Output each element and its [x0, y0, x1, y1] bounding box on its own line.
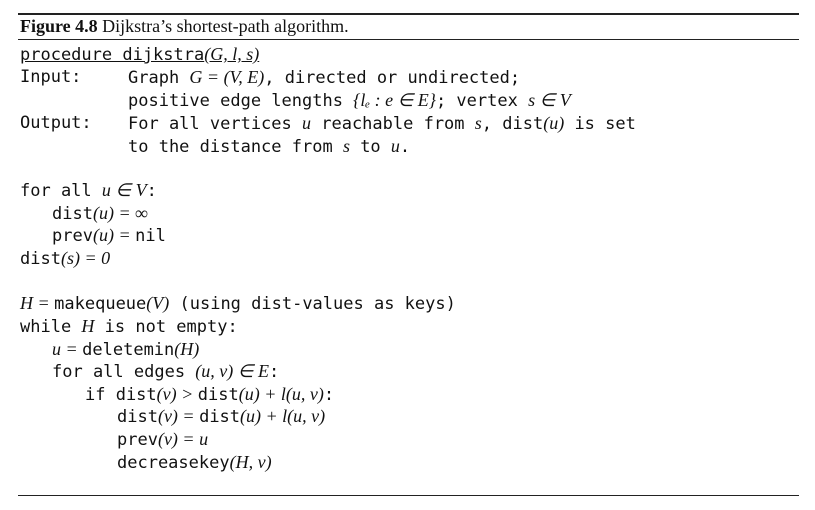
caption-rule	[18, 39, 799, 40]
forall-colon: :	[146, 181, 157, 201]
input-text-a: Graph	[128, 68, 190, 88]
if-math-left: (v) >	[156, 384, 198, 404]
output-text-c: , dist	[481, 114, 544, 134]
foredges-math: (u, v) ∈ E	[195, 361, 269, 381]
figure-label: Figure 4.8	[20, 16, 98, 36]
deletemin-line: u = deletemin(H)	[52, 338, 199, 360]
dist-keyword: dist	[52, 204, 93, 224]
u-assign: u =	[52, 339, 83, 359]
makequeue-fn: makequeue	[54, 294, 147, 314]
input-graph-math: G = (V, E)	[189, 67, 265, 87]
figure-title: Dijkstra’s shortest-path algorithm.	[102, 16, 349, 36]
input-line-2: positive edge lengths {lₑ : e ∈ E}; vert…	[128, 89, 571, 111]
procedure-keyword: procedure dijkstra	[20, 45, 205, 65]
update-dist-line: dist(v) = dist(u) + l(u, v)	[117, 405, 325, 427]
update-dist-keyword-2: dist	[199, 407, 241, 427]
if-colon: :	[323, 385, 335, 405]
prev-keyword: prev	[52, 226, 93, 246]
procedure-args: (G, l, s)	[204, 44, 260, 64]
makequeue-comment: (using dist-values as keys)	[169, 294, 456, 314]
foredges-keyword: for all edges	[52, 362, 196, 382]
input-line-1: Graph G = (V, E), directed or undirected…	[128, 66, 520, 88]
decreasekey-line: decreasekey(H, v)	[117, 451, 272, 473]
deletemin-fn: deletemin	[82, 340, 175, 360]
top-rule	[18, 13, 799, 15]
foredges-line: for all edges (u, v) ∈ E:	[52, 360, 279, 382]
figure-caption: Figure 4.8 Dijkstra’s shortest-path algo…	[20, 16, 349, 37]
output-u2: u	[390, 136, 400, 156]
input-vertex-math: s ∈ V	[528, 90, 571, 110]
bottom-rule	[18, 495, 799, 496]
while-line: while H is not empty:	[20, 315, 238, 337]
deletemin-arg: (H)	[174, 339, 200, 359]
update-prev-line: prev(v) = u	[117, 428, 208, 450]
output-text-e: to the distance from	[128, 137, 343, 157]
output-line-1: For all vertices u reachable from s, dis…	[128, 112, 636, 134]
forall-keyword: for all	[20, 181, 102, 201]
while-h: H	[81, 316, 95, 336]
update-prev-keyword: prev	[117, 430, 158, 450]
update-dist-right: (u) + l(u, v)	[240, 406, 326, 426]
output-line-2: to the distance from s to u.	[128, 135, 410, 157]
input-text-c: positive edge lengths	[128, 91, 354, 111]
output-s: s	[474, 113, 482, 133]
input-lengths-math: {lₑ : e ∈ E}	[353, 90, 436, 110]
prev-nil: nil	[135, 226, 166, 246]
decreasekey-arg: (H, v)	[229, 452, 272, 472]
update-prev-math: (v) = u	[157, 429, 209, 449]
output-text-a: For all vertices	[128, 114, 302, 134]
while-keyword: while	[20, 317, 82, 337]
output-u: u	[302, 113, 311, 133]
output-period: .	[399, 137, 411, 157]
if-line: if dist(v) > dist(u) + l(u, v):	[85, 383, 334, 405]
init-forall: for all u ∈ V:	[20, 179, 157, 201]
output-label: Output:	[20, 113, 92, 133]
prev-math: (u) =	[92, 225, 136, 245]
if-keyword: if dist	[85, 385, 157, 405]
dist-source-keyword: dist	[20, 249, 61, 269]
init-dist: dist(u) = ∞	[52, 202, 148, 224]
if-dist-right: dist	[197, 385, 239, 405]
if-math-right: (u) + l(u, v)	[238, 384, 324, 404]
output-s2: s	[342, 136, 350, 156]
forall-math: u ∈ V	[101, 180, 147, 200]
decreasekey-fn: decreasekey	[117, 453, 230, 473]
input-text-b: , directed or undirected;	[264, 68, 521, 88]
output-text-b: reachable from	[311, 114, 475, 134]
init-prev: prev(u) = nil	[52, 224, 166, 246]
h-assign: H =	[20, 293, 55, 313]
foredges-colon: :	[268, 362, 280, 382]
makequeue-arg: (V)	[146, 293, 170, 313]
while-condition: is not empty:	[94, 317, 238, 337]
update-dist-left: (v) =	[157, 406, 200, 426]
dist-source-zero: (s) = 0	[60, 248, 111, 268]
output-text-f: to	[349, 137, 391, 157]
input-label: Input:	[20, 67, 82, 87]
makequeue-line: H = makequeue(V) (using dist-values as k…	[20, 292, 456, 314]
input-text-d: ; vertex	[435, 91, 529, 111]
dist-infinity: (u) = ∞	[92, 203, 148, 223]
procedure-signature: procedure dijkstra(G, l, s)	[20, 43, 259, 65]
output-paren-u: (u)	[543, 113, 565, 133]
output-text-d: is set	[564, 114, 636, 134]
init-dist-source: dist(s) = 0	[20, 247, 110, 269]
update-dist-keyword: dist	[117, 407, 158, 427]
